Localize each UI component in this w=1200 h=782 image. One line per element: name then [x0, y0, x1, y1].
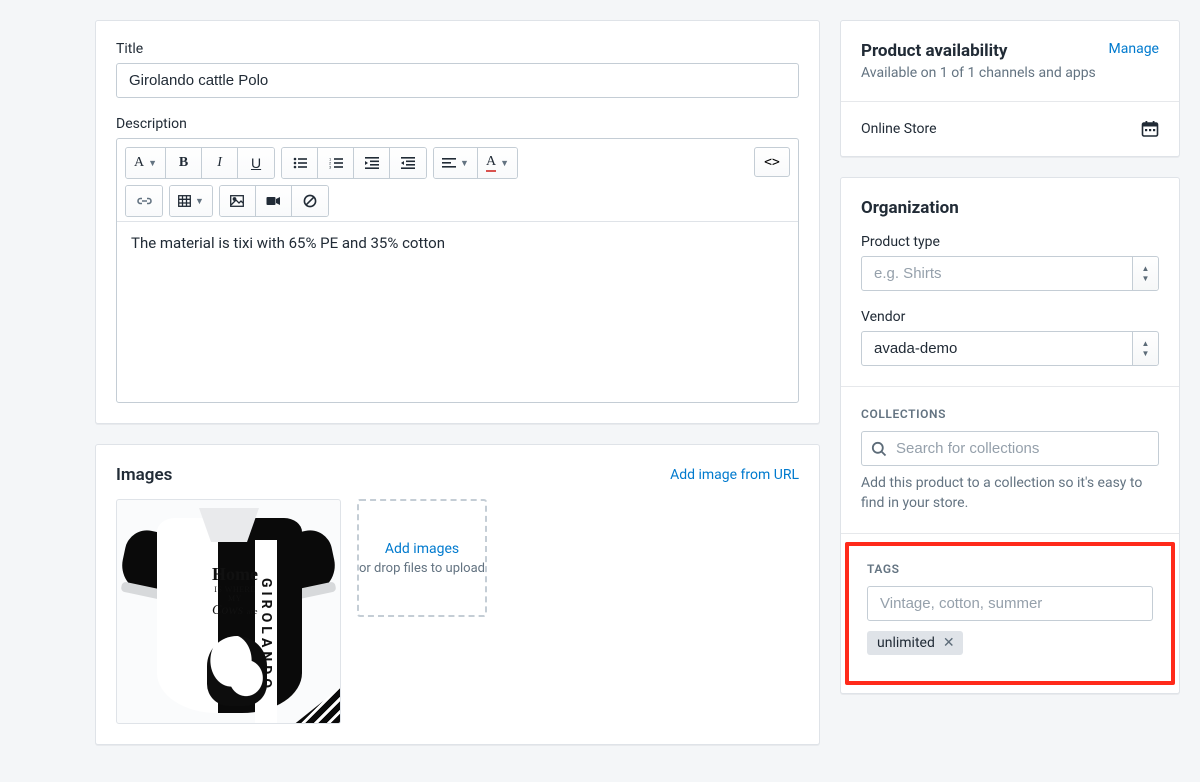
images-heading: Images: [116, 465, 172, 485]
rte-bold-button[interactable]: B: [166, 148, 202, 178]
vendor-stepper[interactable]: ▲▼: [1132, 332, 1158, 365]
tags-section-highlight: TAGS unlimited ✕: [845, 542, 1175, 685]
rte-number-list-button[interactable]: 123: [318, 148, 354, 178]
rte-indent-button[interactable]: [390, 148, 426, 178]
rich-text-editor: A▼ B I U 123: [116, 138, 799, 403]
product-type-label: Product type: [861, 234, 1159, 250]
availability-sub: Available on 1 of 1 channels and apps: [861, 65, 1096, 81]
product-availability-card: Product availability Available on 1 of 1…: [840, 20, 1180, 157]
title-label: Title: [116, 41, 799, 57]
organization-card: Organization Product type ▲▼ Vendor ▲▼ C…: [840, 177, 1180, 694]
tags-input[interactable]: [867, 586, 1153, 621]
rte-align-button[interactable]: ▼: [434, 148, 478, 178]
svg-text:3: 3: [329, 165, 332, 170]
title-input[interactable]: [116, 63, 799, 98]
rte-toolbar: A▼ B I U 123: [117, 139, 798, 222]
title-description-card: Title Description A▼ B I U: [95, 20, 820, 424]
rte-underline-button[interactable]: U: [238, 148, 274, 178]
rte-video-button[interactable]: [256, 186, 292, 216]
product-image-thumbnail[interactable]: GIROLANDO Home IS WHERE MY Cows are: [116, 499, 341, 724]
tag-remove-icon[interactable]: ✕: [943, 636, 955, 650]
rte-bullet-list-button[interactable]: [282, 148, 318, 178]
product-type-stepper[interactable]: ▲▼: [1132, 257, 1158, 290]
add-images-dropzone[interactable]: Add images or drop files to upload: [357, 499, 487, 617]
collections-heading: COLLECTIONS: [861, 407, 1159, 421]
channel-online-store: Online Store: [861, 121, 937, 137]
rte-image-button[interactable]: [220, 186, 256, 216]
vendor-input[interactable]: [861, 331, 1159, 366]
description-label: Description: [116, 116, 799, 132]
rte-outdent-button[interactable]: [354, 148, 390, 178]
rte-text-color-button[interactable]: A▼: [478, 148, 517, 178]
collections-search-input[interactable]: [861, 431, 1159, 466]
rte-clear-format-button[interactable]: [292, 186, 328, 216]
dropzone-hint: or drop files to upload: [359, 561, 485, 576]
rte-link-button[interactable]: [126, 186, 162, 216]
calendar-icon[interactable]: [1141, 120, 1159, 138]
tag-chip-label: unlimited: [877, 635, 935, 651]
vendor-label: Vendor: [861, 309, 1159, 325]
manage-availability-link[interactable]: Manage: [1109, 41, 1159, 57]
organization-heading: Organization: [861, 198, 1159, 218]
add-image-from-url-link[interactable]: Add image from URL: [670, 467, 799, 483]
search-icon: [871, 441, 887, 457]
rte-html-button[interactable]: <>: [754, 147, 790, 177]
availability-heading: Product availability: [861, 41, 1096, 61]
product-type-input[interactable]: [861, 256, 1159, 291]
rte-font-style-button[interactable]: A▼: [126, 148, 166, 178]
collections-hint: Add this product to a collection so it's…: [861, 474, 1159, 513]
rte-body[interactable]: The material is tixi with 65% PE and 35%…: [117, 222, 798, 402]
tag-chip: unlimited ✕: [867, 631, 963, 655]
rte-table-button[interactable]: ▼: [170, 186, 212, 216]
tags-heading: TAGS: [867, 562, 1153, 576]
rte-italic-button[interactable]: I: [202, 148, 238, 178]
images-card: Images Add image from URL GIROLANDO Home: [95, 444, 820, 745]
polo-graphic-text: Home IS WHERE MY Cows are: [207, 564, 263, 619]
add-images-link[interactable]: Add images: [385, 541, 459, 557]
